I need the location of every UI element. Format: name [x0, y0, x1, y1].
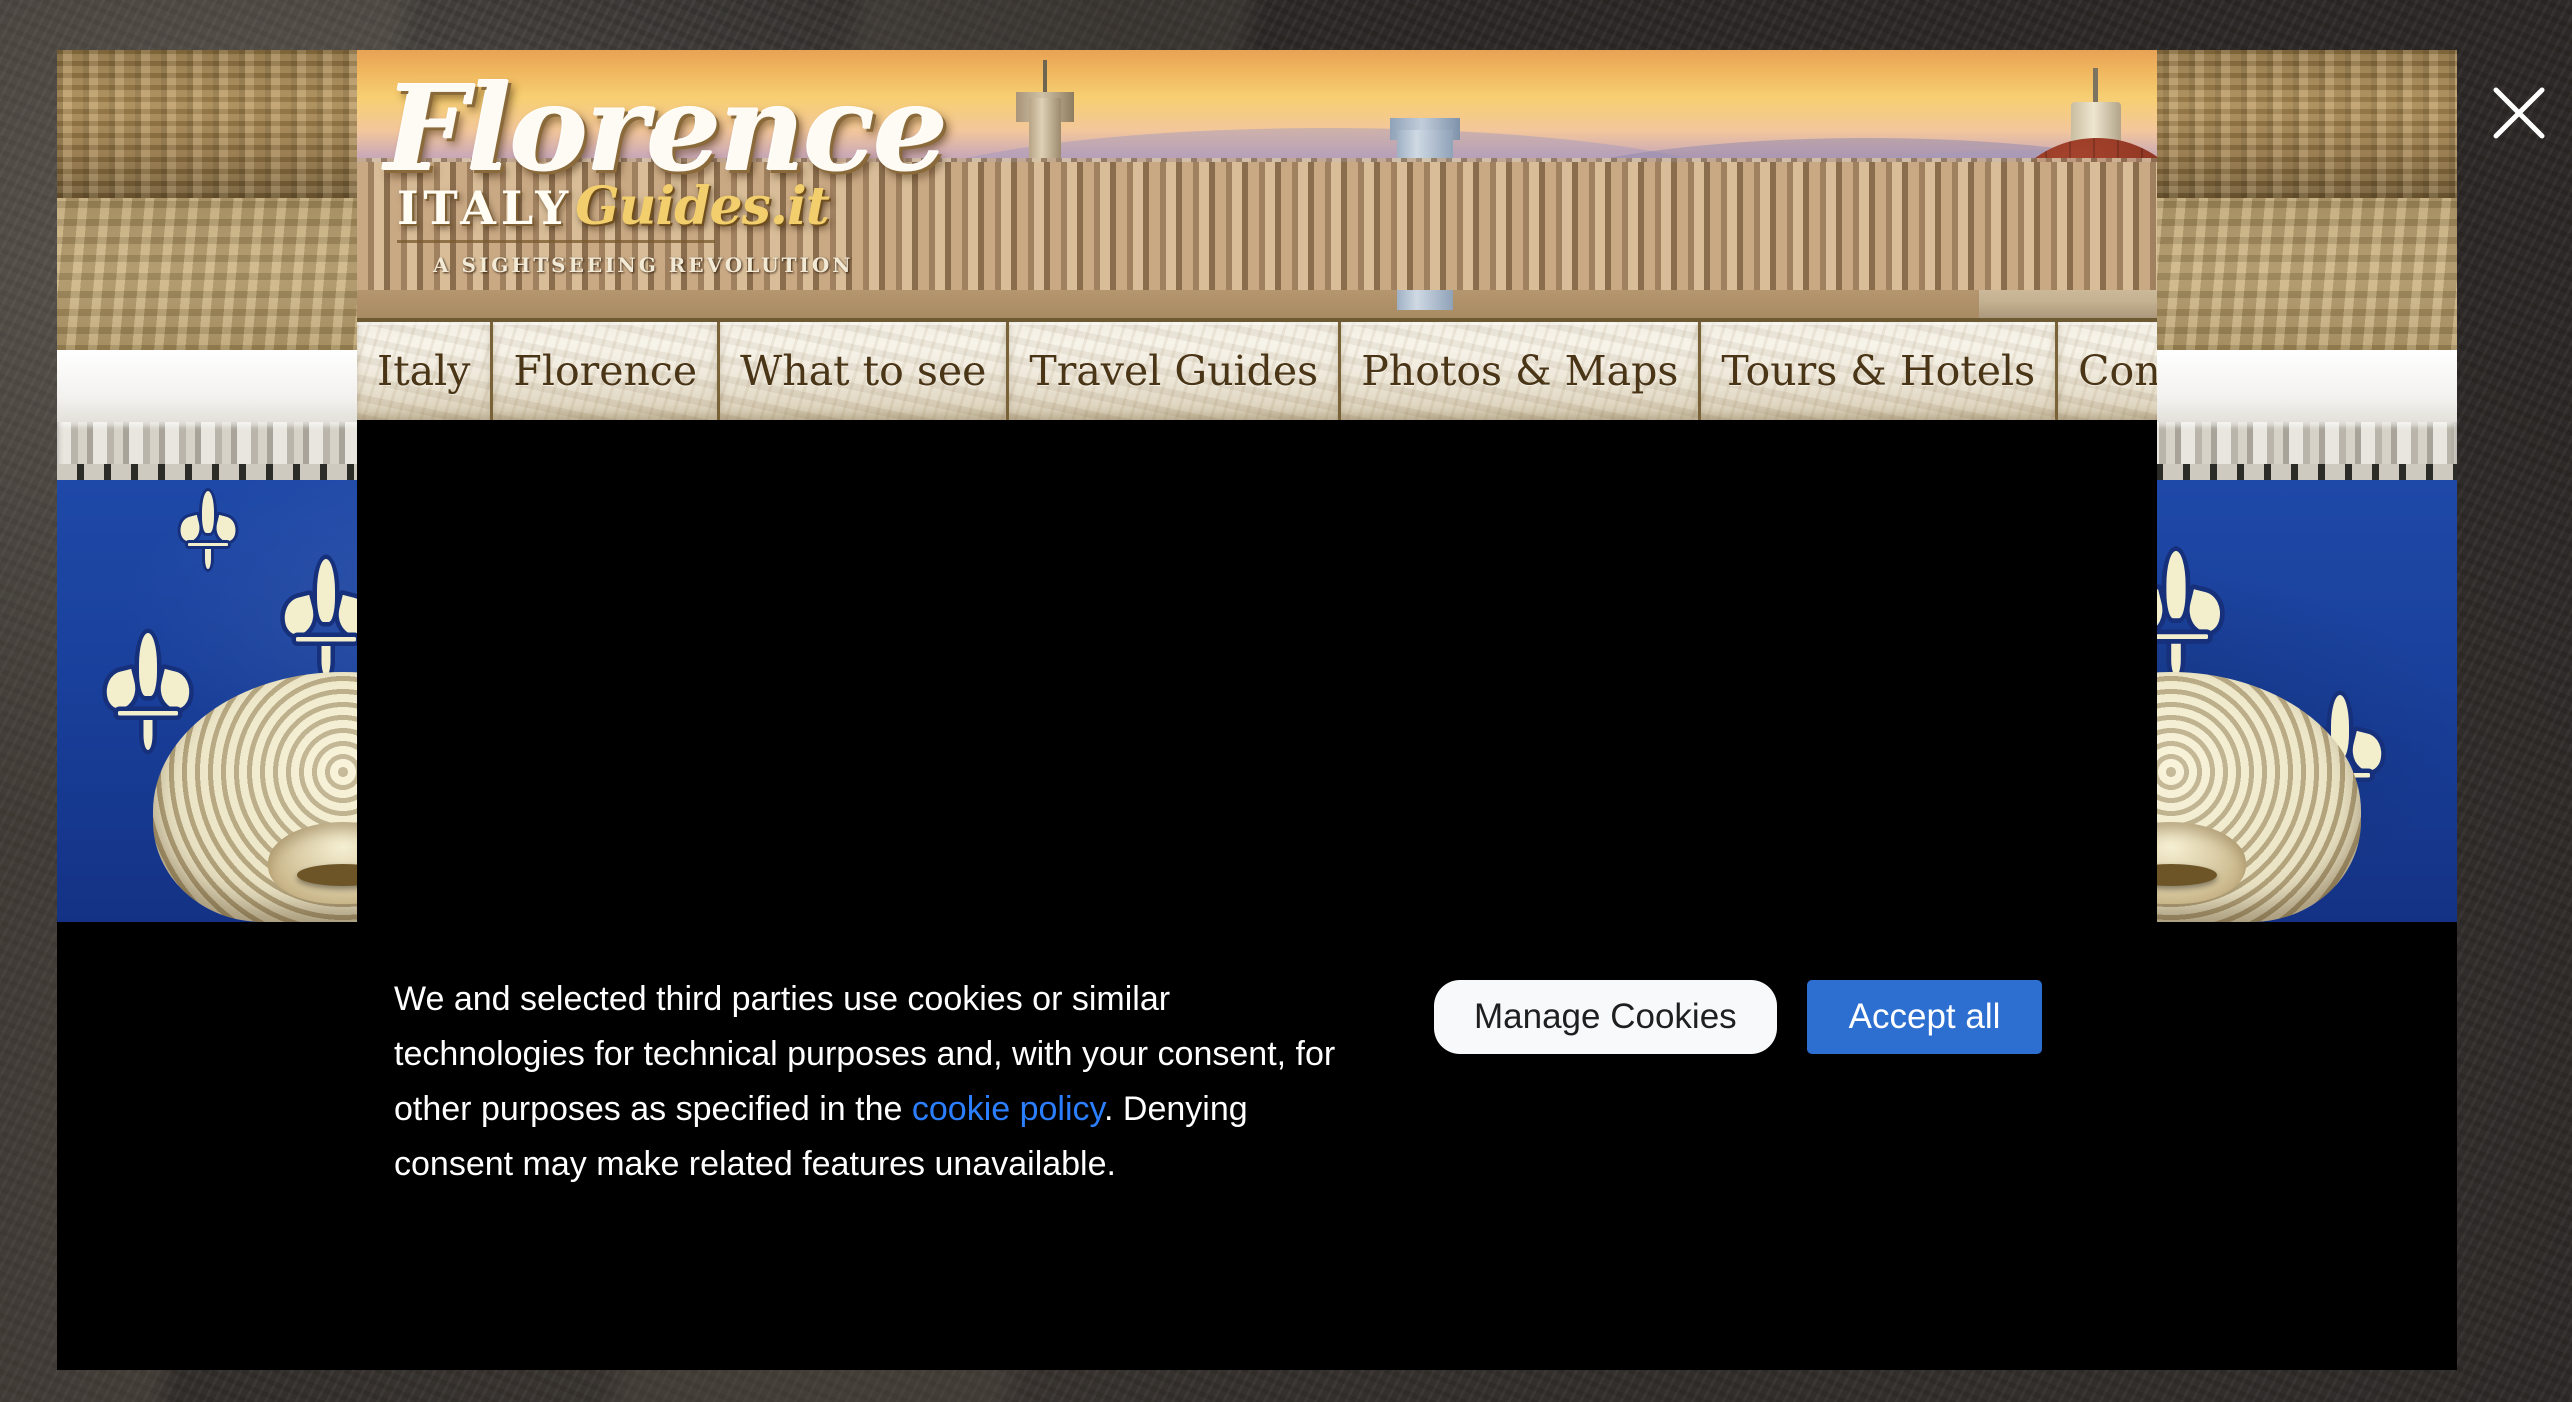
palazzo-vecchio-spire: [1043, 60, 1047, 96]
nav-item-italy[interactable]: Italy: [357, 322, 494, 420]
cookie-consent-text: We and selected third parties use cookie…: [394, 972, 1354, 1192]
logo-brand-guides: Guides.it: [575, 176, 830, 237]
fleur-de-lis-icon: [173, 488, 243, 574]
site-navigation: Italy Florence What to see Travel Guides…: [357, 318, 2157, 420]
logo-title: Florence: [385, 59, 948, 198]
cookie-policy-link[interactable]: cookie policy: [912, 1090, 1104, 1128]
accept-all-button[interactable]: Accept all: [1806, 980, 2043, 1054]
logo-brand-italy: ITALY: [397, 181, 574, 235]
cookie-banner-actions: Manage Cookies Accept all: [1434, 980, 2043, 1054]
nav-item-travel-guides[interactable]: Travel Guides: [1009, 322, 1342, 420]
close-icon[interactable]: [2488, 82, 2550, 144]
nav-item-contact-us[interactable]: Contact us: [2058, 322, 2157, 420]
duomo-spire: [2093, 68, 2098, 106]
logo-brand: ITALY Guides.it: [397, 176, 830, 243]
site-header-banner: Florence ITALY Guides.it A SIGHTSEEING R…: [357, 50, 2157, 318]
nav-item-what-to-see[interactable]: What to see: [720, 322, 1010, 420]
embedded-website: Florence ITALY Guides.it A SIGHTSEEING R…: [357, 50, 2157, 922]
site-content-area: [357, 420, 2157, 922]
nav-item-photos-maps[interactable]: Photos & Maps: [1341, 322, 1702, 420]
cookie-consent-banner: We and selected third parties use cookie…: [57, 922, 2457, 1370]
nav-item-tours-hotels[interactable]: Tours & Hotels: [1701, 322, 2059, 420]
manage-cookies-button[interactable]: Manage Cookies: [1434, 980, 1777, 1054]
nav-item-florence[interactable]: Florence: [493, 322, 721, 420]
logo-tagline: A SIGHTSEEING REVOLUTION: [433, 253, 854, 277]
site-logo[interactable]: Florence ITALY Guides.it A SIGHTSEEING R…: [385, 59, 948, 278]
